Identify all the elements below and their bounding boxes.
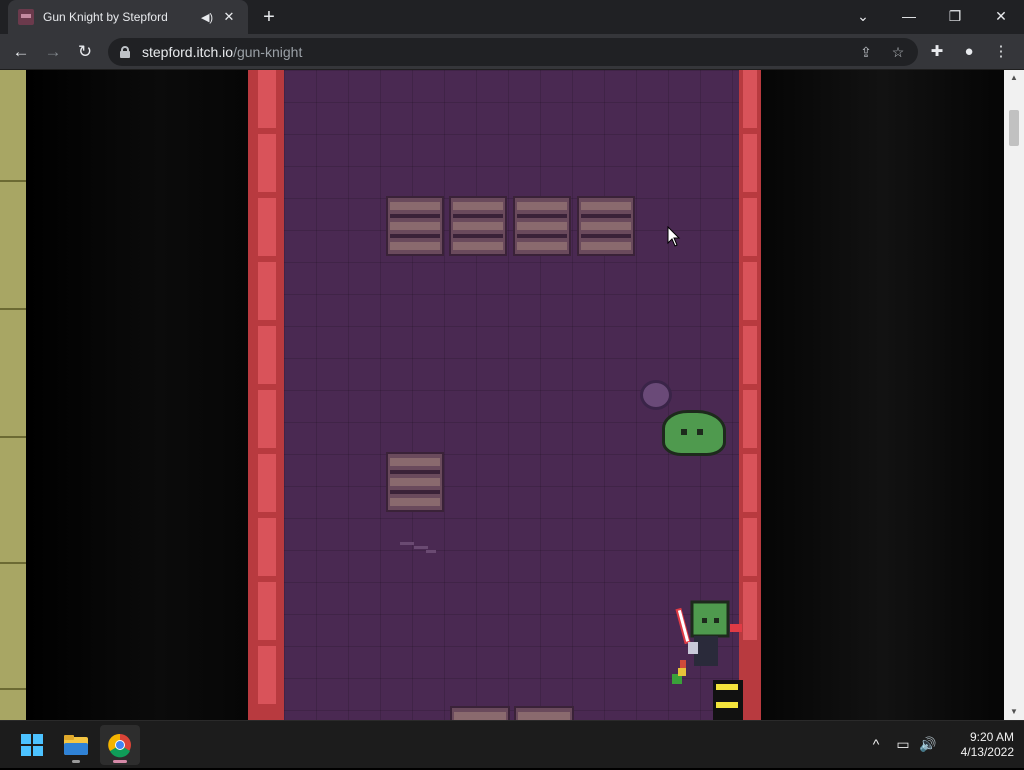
ammo-segment — [716, 702, 738, 708]
vertical-scrollbar[interactable]: ▲ ▼ — [1004, 70, 1024, 720]
left-wall — [248, 70, 284, 720]
menu-icon[interactable]: ⋮ — [990, 41, 1012, 63]
wall-brick — [743, 326, 757, 384]
scroll-down-icon[interactable]: ▼ — [1004, 704, 1024, 720]
file-explorer-icon — [64, 735, 88, 755]
panel-notch — [0, 308, 26, 310]
address-bar[interactable]: stepford.itch.io /gun-knight ⇪ ☆ — [108, 38, 918, 66]
wall-brick — [743, 134, 757, 192]
share-icon[interactable]: ⇪ — [856, 42, 876, 62]
panel-notch — [0, 562, 26, 564]
wall-brick — [743, 198, 757, 256]
minimize-button[interactable]: — — [886, 0, 932, 34]
crate — [450, 706, 510, 720]
crate — [386, 452, 444, 512]
crate — [449, 196, 507, 256]
wall-brick — [258, 326, 276, 384]
wall-brick — [258, 646, 276, 704]
slime-enemy — [662, 410, 726, 456]
wall-brick — [258, 518, 276, 576]
crate — [514, 706, 574, 720]
wall-brick — [258, 582, 276, 640]
wall-brick — [258, 262, 276, 320]
url-host: stepford.itch.io — [142, 44, 234, 60]
wall-brick — [258, 198, 276, 256]
scroll-thumb[interactable] — [1009, 110, 1019, 146]
panel-notch — [0, 436, 26, 438]
wall-brick — [258, 70, 276, 128]
start-button[interactable] — [12, 725, 52, 765]
back-button[interactable]: ← — [8, 39, 34, 65]
browser-toolbar: ← → ↻ stepford.itch.io /gun-knight ⇪ ☆ ✚… — [0, 34, 1024, 70]
scroll-up-icon[interactable]: ▲ — [1004, 70, 1024, 86]
ammo-segment — [716, 684, 738, 690]
mouse-cursor-icon — [667, 226, 681, 247]
browser-tab[interactable]: Gun Knight by Stepford ◀) ✕ — [8, 0, 248, 34]
system-clock[interactable]: 9:20 AM 4/13/2022 — [944, 730, 1014, 760]
tab-strip: Gun Knight by Stepford ◀) ✕ + ⌄ — ❐ ✕ — [0, 0, 1024, 34]
url-path: /gun-knight — [233, 44, 303, 60]
running-indicator — [72, 760, 80, 763]
clock-date: 4/13/2022 — [960, 745, 1014, 759]
window-close-button[interactable]: ✕ — [978, 0, 1024, 34]
file-explorer-button[interactable] — [56, 725, 96, 765]
panel-notch — [0, 688, 26, 690]
lock-icon[interactable] — [120, 46, 130, 58]
crate — [386, 196, 444, 256]
active-indicator — [113, 760, 127, 763]
panel-notch — [0, 180, 26, 182]
wall-brick — [743, 390, 757, 448]
restore-button[interactable]: ❐ — [932, 0, 978, 34]
crate — [577, 196, 635, 256]
enemy-projectile — [640, 380, 672, 410]
speaker-muted-icon[interactable]: ◀) — [198, 11, 216, 24]
page-viewport: ▲ ▼ — [0, 70, 1024, 720]
volume-icon[interactable]: 🔊 — [918, 734, 938, 754]
wall-brick — [743, 518, 757, 576]
page-background-right — [761, 70, 1004, 720]
tab-search-button[interactable]: ⌄ — [840, 0, 886, 34]
start-icon — [21, 734, 43, 756]
profile-icon[interactable]: ● — [958, 41, 980, 63]
network-icon[interactable]: ▭ — [893, 734, 913, 754]
close-tab-button[interactable]: ✕ — [220, 9, 238, 25]
page-background-left — [26, 70, 248, 720]
wall-brick — [743, 262, 757, 320]
slime-eye — [697, 429, 703, 435]
bone-debris-icon — [400, 542, 436, 553]
slime-eye — [681, 429, 687, 435]
tab-title: Gun Knight by Stepford — [43, 10, 168, 24]
forward-button[interactable]: → — [40, 39, 66, 65]
ammo-gauge — [713, 680, 743, 720]
crate — [513, 196, 571, 256]
side-panel — [0, 70, 26, 720]
game-canvas[interactable] — [248, 70, 761, 720]
favicon-icon — [18, 9, 34, 25]
new-tab-button[interactable]: + — [258, 6, 280, 28]
wall-brick — [258, 390, 276, 448]
bookmark-star-icon[interactable]: ☆ — [888, 42, 908, 62]
tray-chevron-icon[interactable]: ^ — [866, 734, 886, 754]
wall-brick — [743, 70, 757, 128]
clock-time: 9:20 AM — [969, 730, 1014, 744]
extensions-icon[interactable]: ✚ — [926, 41, 948, 63]
reload-button[interactable]: ↻ — [72, 39, 98, 65]
taskbar: ^ ▭ 🔊 9:20 AM 4/13/2022 — [0, 720, 1024, 768]
wall-brick — [743, 454, 757, 512]
chrome-button[interactable] — [100, 725, 140, 765]
wall-brick — [258, 134, 276, 192]
chrome-icon — [108, 733, 131, 758]
wall-brick — [258, 454, 276, 512]
